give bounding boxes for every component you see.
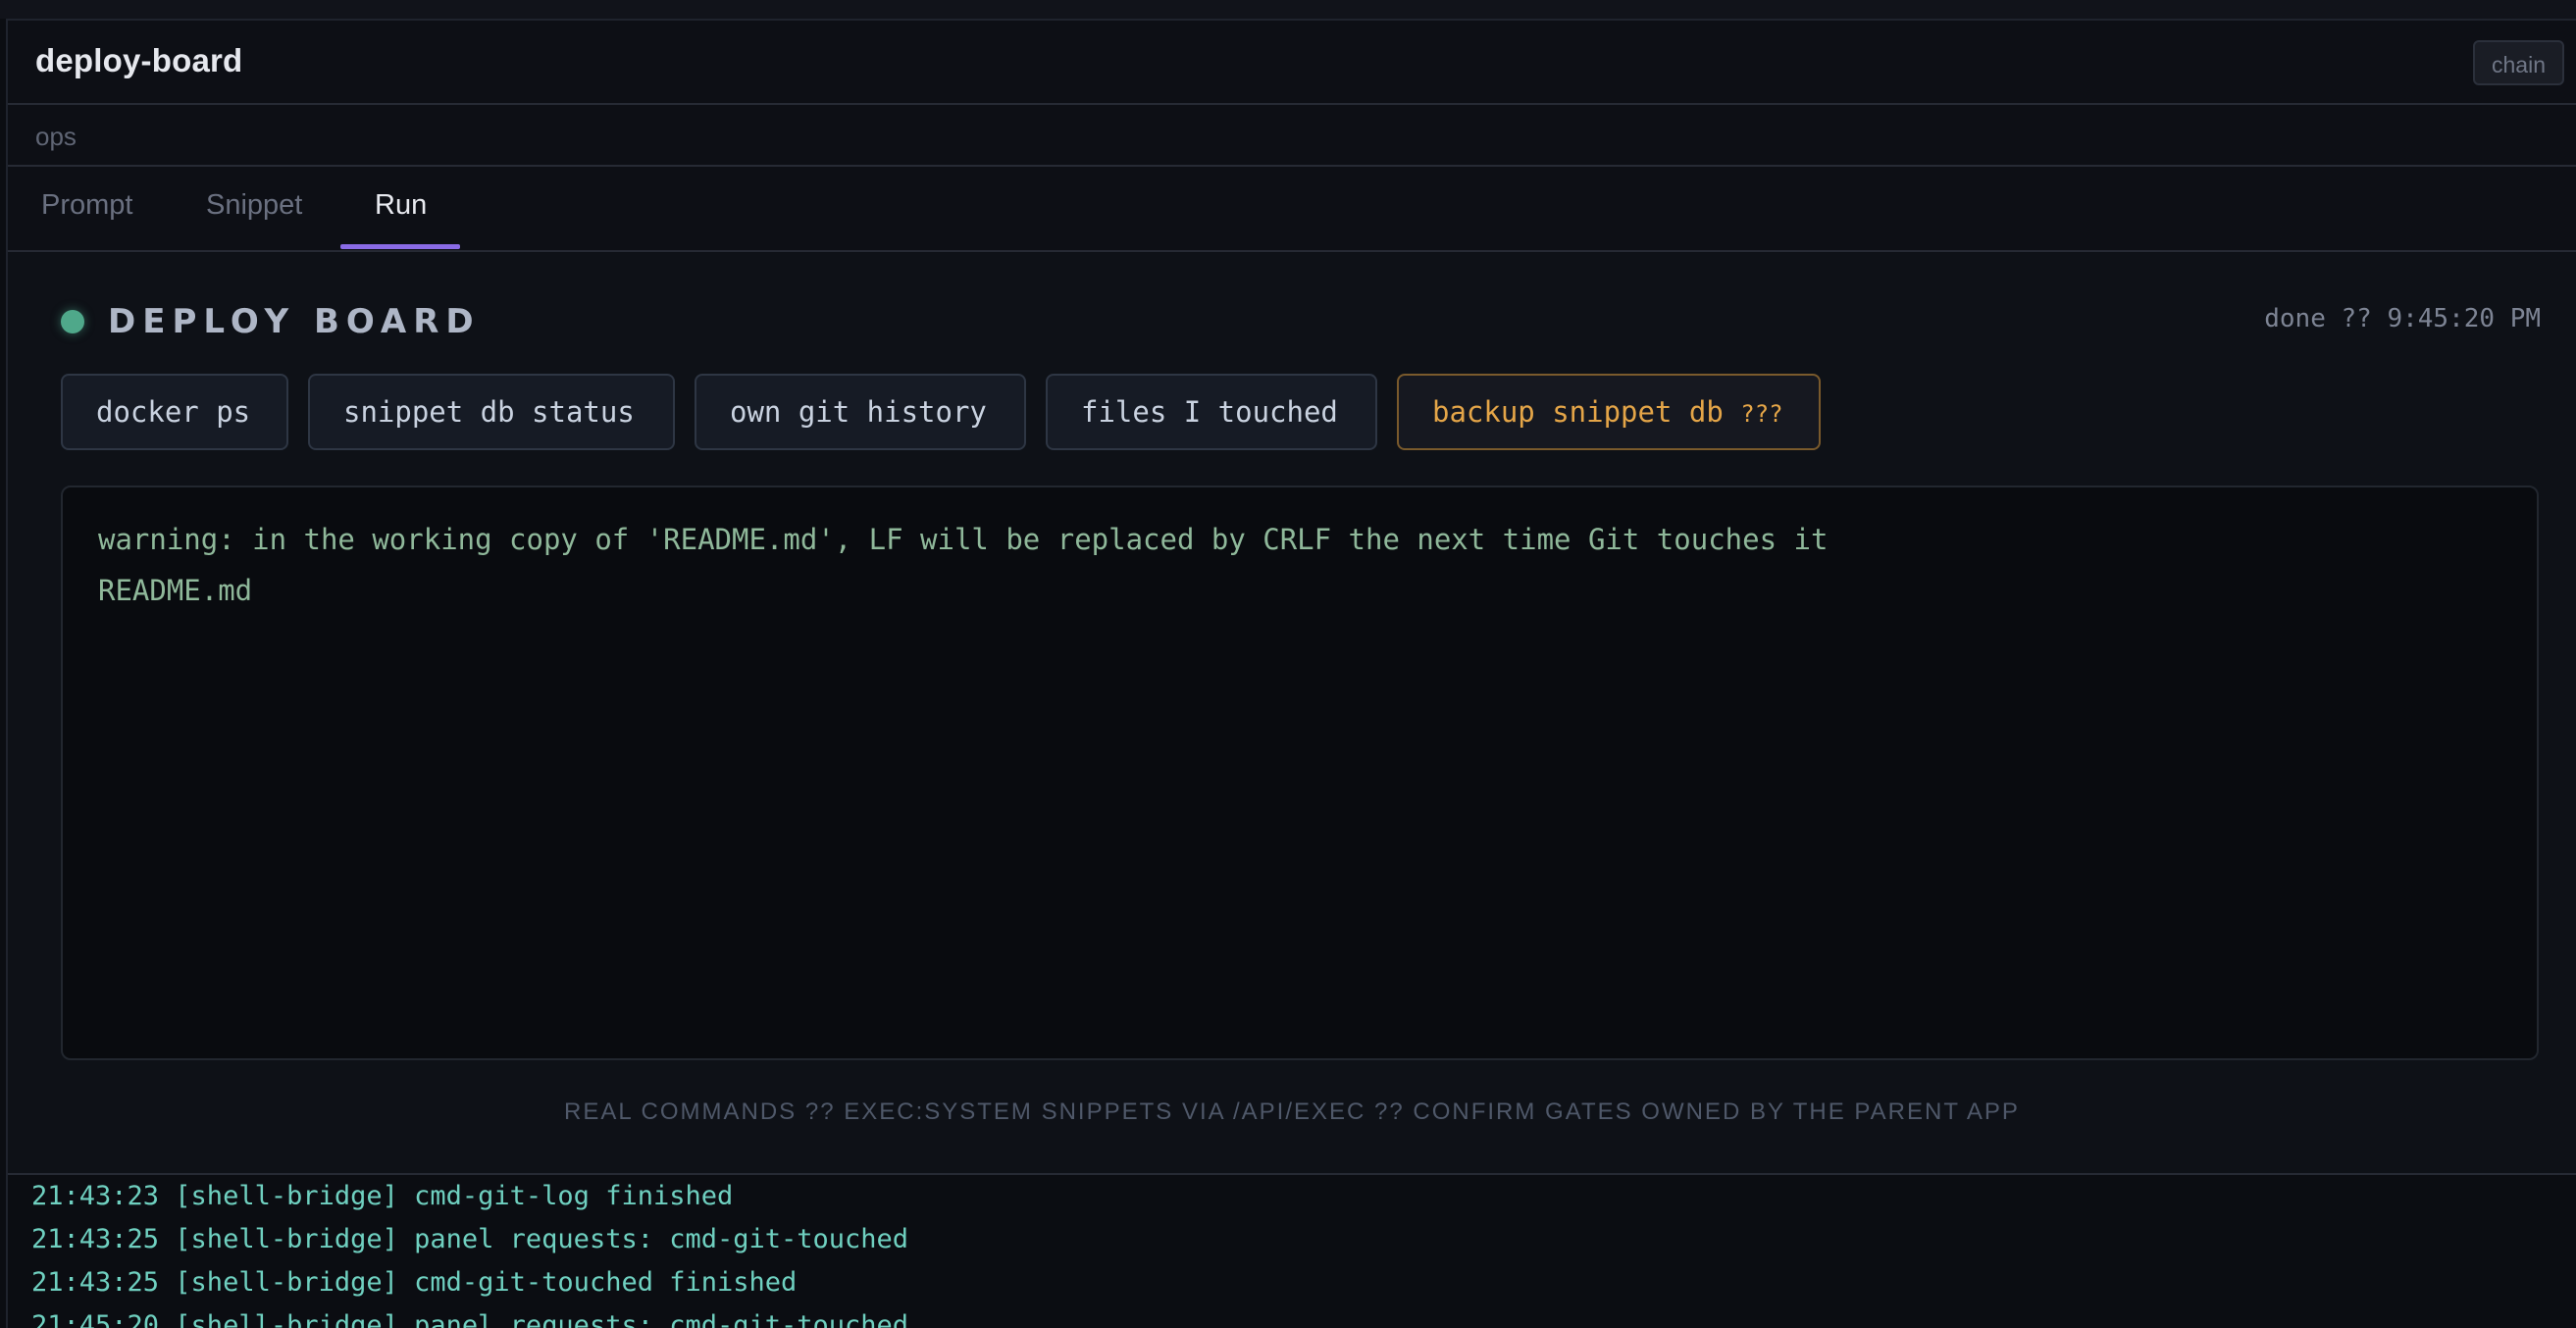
own-git-history-button[interactable]: own git history [695,374,1026,450]
log-line: 21:45:20 [shell-bridge] panel requests: … [31,1310,909,1328]
board-title: DEPLOY BOARD [108,302,481,341]
run-panel: DEPLOY BOARD done ?? 9:45:20 PM docker p… [8,253,2576,1173]
active-tab-indicator [340,244,460,249]
panel-header: deploy-board chain [8,21,2576,105]
footnote: REAL COMMANDS ?? EXEC:SYSTEM SNIPPETS VI… [564,1098,2020,1125]
tab-snippet[interactable]: Snippet [206,189,302,222]
panel-title: deploy-board [35,42,243,78]
backup-snippet-db-label: backup snippet db [1432,395,1724,429]
chain-button[interactable]: chain [2473,40,2564,85]
log-line: 21:43:25 [shell-bridge] panel requests: … [31,1224,909,1254]
status-dot-icon [61,310,84,333]
window-left-edge [0,19,8,1328]
snippet-db-status-button[interactable]: snippet db status [308,374,675,450]
log-console: 21:43:23 [shell-bridge] cmd-git-log fini… [8,1173,2576,1328]
tab-run[interactable]: Run [375,189,427,222]
log-line: 21:43:25 [shell-bridge] cmd-git-touched … [31,1267,798,1298]
backup-warning-marker: ??? [1740,400,1783,428]
files-touched-button[interactable]: files I touched [1046,374,1377,450]
output-line: README.md [98,574,253,607]
command-output: warning: in the working copy of 'README.… [61,485,2539,1060]
log-line: 21:43:23 [shell-bridge] cmd-git-log fini… [31,1181,734,1211]
output-line: warning: in the working copy of 'README.… [98,523,1829,556]
window-top-strip [0,0,2576,21]
tab-prompt[interactable]: Prompt [41,189,132,222]
run-status: done ?? 9:45:20 PM [2264,304,2541,333]
context-bar: ops [8,106,2576,167]
context-label: ops [35,122,77,151]
docker-ps-button[interactable]: docker ps [61,374,288,450]
backup-snippet-db-button[interactable]: backup snippet db ??? [1397,374,1821,450]
tab-bar: Prompt Snippet Run [8,168,2576,252]
app-window: deploy-board chain ops Prompt Snippet Ru… [0,0,2576,1328]
